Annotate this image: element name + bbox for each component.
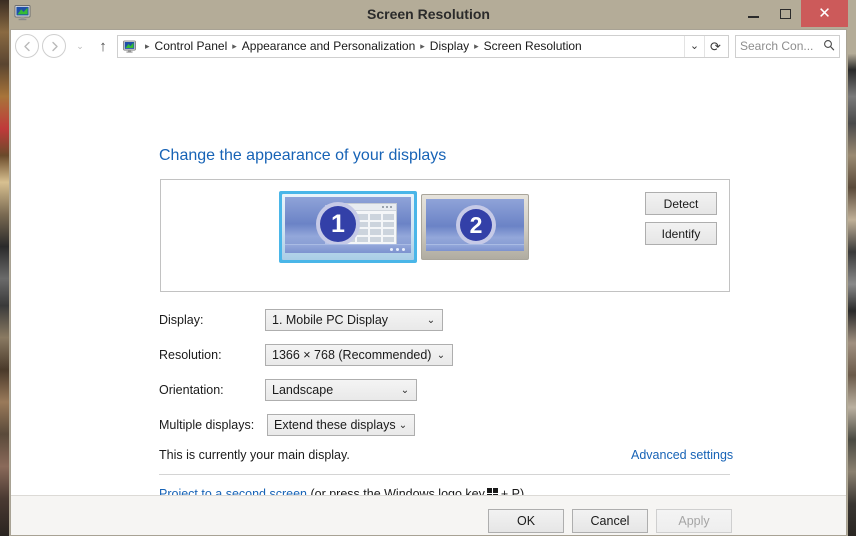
cancel-button[interactable]: Cancel	[572, 509, 648, 533]
chevron-down-icon[interactable]: ⌄	[684, 35, 704, 57]
monitor-2-taskbar	[426, 244, 524, 251]
chevron-down-icon: ⌄	[436, 349, 446, 361]
breadcrumb-separator: ▸	[474, 40, 479, 51]
minimize-button[interactable]	[737, 0, 769, 27]
breadcrumb-separator: ▸	[232, 40, 237, 51]
identify-button[interactable]: Identify	[645, 222, 717, 245]
monitor-1-taskbar	[285, 244, 411, 253]
monitor-preview-1[interactable]: 1	[279, 191, 417, 263]
breadcrumb-item-screen-resolution[interactable]: Screen Resolution	[484, 39, 582, 53]
display-label: Display:	[159, 313, 204, 327]
page-title: Change the appearance of your displays	[159, 147, 447, 164]
window-title: Screen Resolution	[367, 6, 490, 22]
dialog-footer: OK Cancel Apply	[10, 495, 847, 536]
up-button[interactable]: ↑	[93, 38, 113, 55]
caption-buttons: ✕	[737, 0, 848, 27]
back-arrow-icon	[23, 41, 30, 51]
recent-pages-button[interactable]: ⌄	[72, 41, 88, 52]
ok-button[interactable]: OK	[488, 509, 564, 533]
footer-divider	[11, 495, 846, 496]
close-button[interactable]: ✕	[801, 0, 848, 27]
breadcrumb-item-display[interactable]: Display	[430, 39, 469, 53]
display-preview-panel: 1 2 Detect Identify	[160, 179, 730, 292]
forward-button[interactable]	[42, 34, 66, 58]
search-placeholder: Search Con...	[740, 39, 814, 53]
monitor-1-bezel: 1	[282, 194, 414, 260]
resolution-label: Resolution:	[159, 348, 222, 362]
forward-arrow-icon	[51, 41, 58, 51]
desktop-background-right	[848, 0, 856, 536]
breadcrumb-display-monitor-icon	[122, 39, 137, 54]
close-icon: ✕	[818, 5, 831, 22]
desktop-background-left	[0, 0, 9, 536]
orientation-label: Orientation:	[159, 383, 224, 397]
multiple-displays-label: Multiple displays:	[159, 418, 255, 432]
multiple-displays-select-value: Extend these displays	[274, 418, 396, 432]
chevron-down-icon: ⌄	[398, 419, 408, 431]
chevron-down-icon: ⌄	[400, 384, 410, 396]
chevron-down-icon: ⌄	[426, 314, 436, 326]
refresh-icon[interactable]: ⟳	[704, 35, 726, 57]
monitor-2-screen: 2	[426, 199, 524, 251]
monitor-1-taskbar-dots	[390, 248, 405, 251]
maximize-icon	[779, 8, 791, 19]
screen-resolution-window: Screen Resolution ✕ ⌄ ↑ ▸ Control Panel …	[9, 0, 848, 536]
breadcrumb-item-appearance[interactable]: Appearance and Personalization	[242, 39, 415, 53]
monitor-1-number-badge: 1	[316, 202, 360, 246]
breadcrumb-separator: ▸	[145, 40, 150, 51]
monitor-1-screen: 1	[285, 197, 411, 253]
section-divider	[159, 474, 730, 475]
search-input[interactable]: Search Con...	[735, 34, 840, 58]
advanced-settings-link[interactable]: Advanced settings	[631, 448, 733, 462]
resolution-select-value: 1366 × 768 (Recommended)	[272, 348, 432, 362]
orientation-select[interactable]: Landscape ⌄	[265, 379, 417, 401]
monitor-2-number-badge: 2	[456, 205, 496, 245]
multiple-displays-select[interactable]: Extend these displays ⌄	[267, 414, 415, 436]
display-select[interactable]: 1. Mobile PC Display ⌄	[265, 309, 443, 331]
breadcrumb-item-control-panel[interactable]: Control Panel	[155, 39, 228, 53]
address-bar: ⌄ ↑ ▸ Control Panel ▸ Appearance and Per…	[10, 29, 847, 62]
monitor-preview-2[interactable]: 2	[421, 194, 529, 260]
title-bar: Screen Resolution ✕	[9, 0, 848, 29]
detect-button[interactable]: Detect	[645, 192, 717, 215]
breadcrumb[interactable]: ▸ Control Panel ▸ Appearance and Persona…	[117, 34, 729, 58]
apply-button: Apply	[656, 509, 732, 533]
display-select-value: 1. Mobile PC Display	[272, 313, 389, 327]
minimize-icon	[747, 15, 759, 18]
maximize-button[interactable]	[769, 0, 801, 27]
main-display-status: This is currently your main display.	[159, 448, 350, 462]
orientation-select-value: Landscape	[272, 383, 334, 397]
breadcrumb-separator: ▸	[420, 40, 425, 51]
back-button[interactable]	[15, 34, 39, 58]
content-panel: Change the appearance of your displays 1…	[10, 62, 847, 528]
search-icon	[823, 39, 835, 54]
resolution-select[interactable]: 1366 × 768 (Recommended) ⌄	[265, 344, 453, 366]
